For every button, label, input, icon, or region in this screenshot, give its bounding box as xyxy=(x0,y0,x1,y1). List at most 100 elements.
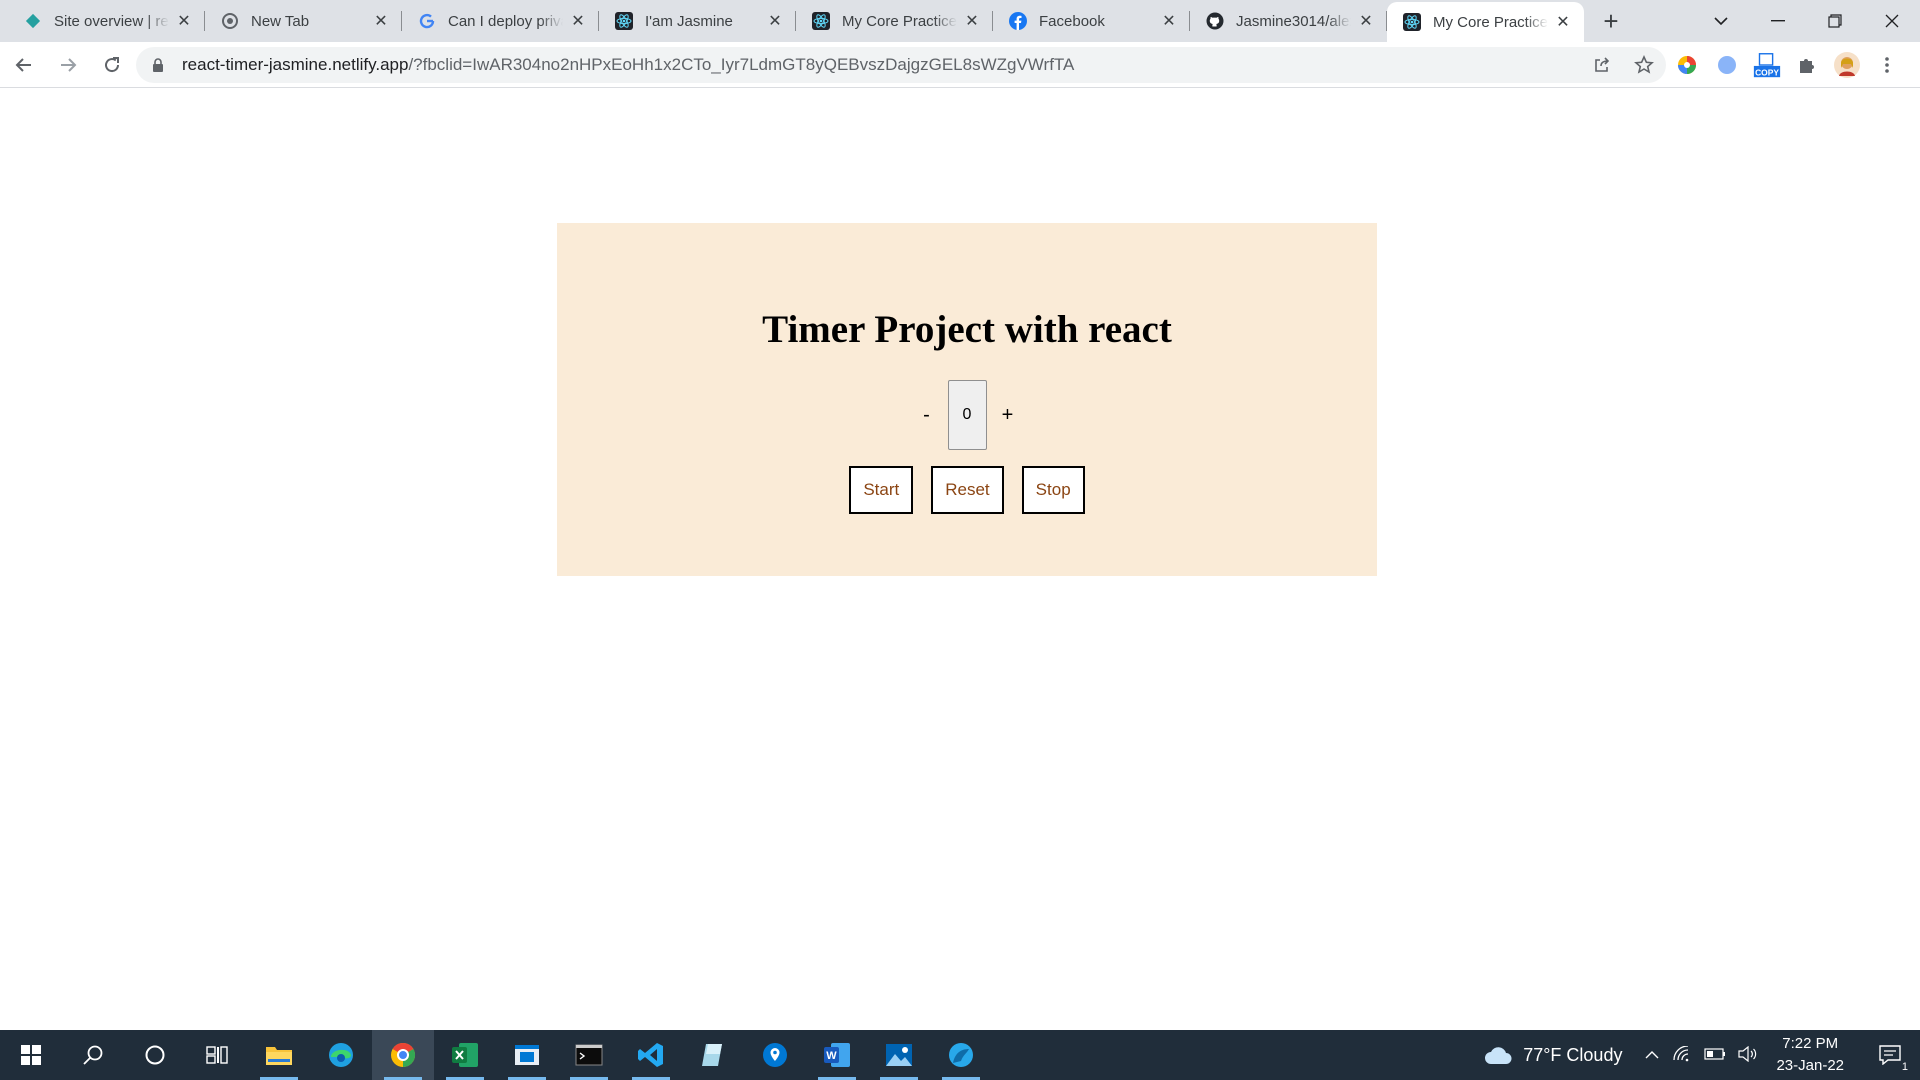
reload-button[interactable] xyxy=(92,45,132,85)
close-tab-icon[interactable]: ✕ xyxy=(372,12,390,30)
close-tab-icon[interactable]: ✕ xyxy=(766,12,784,30)
timer-counter: - 0 + xyxy=(557,380,1377,450)
copy-extension-icon[interactable]: COPY xyxy=(1752,50,1782,80)
tab-my-core-practice-active[interactable]: My Core Practice ✕ xyxy=(1387,2,1584,42)
tab-google-search[interactable]: Can I deploy private repo ✕ xyxy=(402,0,599,42)
volume-icon[interactable] xyxy=(1738,1045,1758,1065)
tab-title: Can I deploy private repo xyxy=(448,12,563,30)
url-query: /?fbclid=IwAR304no2nHPxEoHh1x2CTo_Iyr7Ld… xyxy=(408,55,1075,74)
react-icon xyxy=(615,12,633,30)
start-button[interactable]: Start xyxy=(849,466,914,514)
notification-center-icon[interactable]: 1 xyxy=(1870,1045,1910,1073)
cortana-icon[interactable] xyxy=(124,1030,186,1080)
close-tab-icon[interactable]: ✕ xyxy=(569,12,587,30)
back-button[interactable] xyxy=(4,45,44,85)
bird-app-icon[interactable] xyxy=(930,1030,992,1080)
decrement-button[interactable]: - xyxy=(913,380,941,450)
chevron-up-icon[interactable] xyxy=(1644,1047,1660,1063)
browser-toolbar: react-timer-jasmine.netlify.app/?fbclid=… xyxy=(0,42,1920,88)
omnibox-actions xyxy=(1590,47,1656,83)
word-icon[interactable]: W xyxy=(806,1030,868,1080)
tab-title: I'am Jasmine xyxy=(645,12,733,30)
tab-title: My Core Practice xyxy=(842,12,957,30)
close-window-button[interactable] xyxy=(1863,0,1920,42)
tab-new-tab[interactable]: New Tab ✕ xyxy=(205,0,402,42)
clock-time: 7:22 PM xyxy=(1782,1035,1839,1052)
tab-search-icon[interactable] xyxy=(1692,0,1749,42)
reset-button[interactable]: Reset xyxy=(931,466,1004,514)
tab-iam-jasmine[interactable]: I'am Jasmine ✕ xyxy=(599,0,796,42)
edge-icon[interactable] xyxy=(310,1030,372,1080)
clock-date: 23-Jan-22 xyxy=(1776,1057,1844,1074)
vscode-icon[interactable] xyxy=(620,1030,682,1080)
excel-icon[interactable] xyxy=(434,1030,496,1080)
notification-count: 1 xyxy=(1901,1061,1908,1073)
url-text: react-timer-jasmine.netlify.app/?fbclid=… xyxy=(182,55,1074,75)
tab-title: New Tab xyxy=(251,12,310,30)
tab-list: Site overview | react-timer-jasmine ✕ Ne… xyxy=(0,0,1632,42)
url-host: react-timer-jasmine.netlify.app xyxy=(182,55,409,74)
color-picker-extension-icon[interactable] xyxy=(1672,50,1702,80)
react-icon xyxy=(1403,13,1421,31)
close-tab-icon[interactable]: ✕ xyxy=(175,12,193,30)
increment-button[interactable]: + xyxy=(994,380,1022,450)
bookmark-star-icon[interactable] xyxy=(1632,53,1656,77)
clock[interactable]: 7:22 PM 23-Jan-22 xyxy=(1776,1033,1844,1077)
tab-site-overview[interactable]: Site overview | react-timer-jasmine ✕ xyxy=(8,0,205,42)
photos-icon[interactable] xyxy=(868,1030,930,1080)
battery-icon[interactable] xyxy=(1704,1047,1726,1063)
timer-controls: Start Reset Stop xyxy=(557,466,1377,514)
stop-button[interactable]: Stop xyxy=(1021,466,1085,514)
facebook-icon xyxy=(1009,12,1027,30)
maps-icon[interactable] xyxy=(744,1030,806,1080)
notepad-icon[interactable] xyxy=(682,1030,744,1080)
start-button[interactable] xyxy=(0,1030,62,1080)
close-tab-icon[interactable]: ✕ xyxy=(1160,12,1178,30)
tab-title: Site overview | react-timer-jasmine xyxy=(54,12,169,30)
forward-button[interactable] xyxy=(48,45,88,85)
tray-icons xyxy=(1644,1044,1758,1065)
browser-tab-strip: Site overview | react-timer-jasmine ✕ Ne… xyxy=(0,0,1920,42)
chrome-taskbar-icon[interactable] xyxy=(372,1030,434,1080)
tab-my-core-practice[interactable]: My Core Practice ✕ xyxy=(796,0,993,42)
restore-button[interactable] xyxy=(1806,0,1863,42)
puzzle-extensions-icon[interactable] xyxy=(1792,50,1822,80)
address-bar[interactable]: react-timer-jasmine.netlify.app/?fbclid=… xyxy=(136,47,1666,83)
tab-title: Facebook xyxy=(1039,12,1105,30)
profile-avatar[interactable] xyxy=(1832,50,1862,80)
chrome-icon xyxy=(221,12,239,30)
file-explorer-icon[interactable] xyxy=(248,1030,310,1080)
netlify-icon xyxy=(24,12,42,30)
windows-taskbar: W 77°F Cloudy 7:22 PM 23-Jan-22 1 xyxy=(0,1030,1920,1080)
system-tray: 77°F Cloudy 7:22 PM 23-Jan-22 1 xyxy=(1483,1030,1920,1080)
search-icon[interactable] xyxy=(62,1030,124,1080)
store-window-icon[interactable] xyxy=(496,1030,558,1080)
react-icon xyxy=(812,12,830,30)
task-view-icon[interactable] xyxy=(186,1030,248,1080)
close-tab-icon[interactable]: ✕ xyxy=(1554,13,1572,31)
new-tab-button[interactable]: + xyxy=(1590,0,1632,42)
weather-widget[interactable]: 77°F Cloudy xyxy=(1483,1045,1622,1066)
terminal-icon[interactable] xyxy=(558,1030,620,1080)
timer-card: Timer Project with react - 0 + Start Res… xyxy=(557,223,1377,576)
svg-text:W: W xyxy=(826,1050,837,1062)
close-tab-icon[interactable]: ✕ xyxy=(1357,12,1375,30)
google-icon xyxy=(418,12,436,30)
lock-icon[interactable] xyxy=(152,57,168,73)
web-page: Timer Project with react - 0 + Start Res… xyxy=(0,89,1920,1030)
tab-title: Jasmine3014/alex xyxy=(1236,12,1351,30)
extensions-area: COPY xyxy=(1672,46,1902,84)
minimize-button[interactable] xyxy=(1749,0,1806,42)
page-title: Timer Project with react xyxy=(762,308,1172,351)
close-tab-icon[interactable]: ✕ xyxy=(963,12,981,30)
moon-extension-icon[interactable] xyxy=(1712,50,1742,80)
tab-github[interactable]: Jasmine3014/alex ✕ xyxy=(1190,0,1387,42)
copy-extension-label: COPY xyxy=(1755,67,1779,77)
share-icon[interactable] xyxy=(1590,53,1614,77)
browser-menu-icon[interactable] xyxy=(1872,50,1902,80)
weather-text: 77°F Cloudy xyxy=(1523,1044,1623,1065)
tab-title: My Core Practice xyxy=(1433,13,1548,31)
github-icon xyxy=(1206,12,1224,30)
tab-facebook[interactable]: Facebook ✕ xyxy=(993,0,1190,42)
wifi-icon[interactable] xyxy=(1672,1044,1692,1065)
